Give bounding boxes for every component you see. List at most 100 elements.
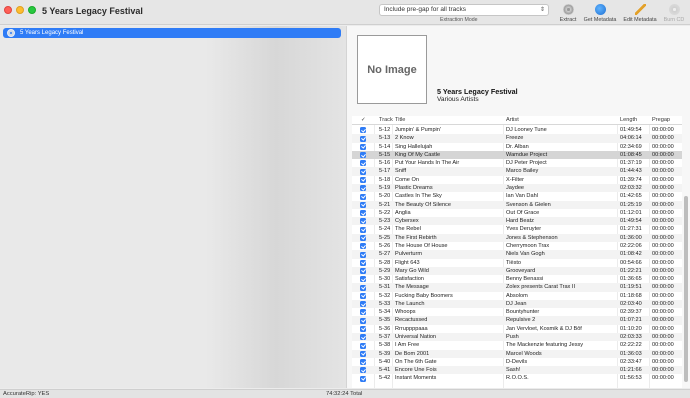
header-title[interactable]: Title xyxy=(395,117,405,123)
track-checkbox[interactable] xyxy=(360,193,366,200)
track-artist[interactable]: Jaydee xyxy=(506,184,618,192)
track-checkbox[interactable] xyxy=(360,259,366,266)
table-row[interactable]: 5-37 Universal Nation Push 02:03:33 00:00:00 xyxy=(352,333,682,342)
table-row[interactable]: 5-38 I Am Free The Mackenzie featuring Jes… xyxy=(352,341,682,349)
track-checkbox[interactable] xyxy=(360,243,366,250)
table-row[interactable]: 5-36 Rrruppppaaa Jan Vervloet, Kosmik & DJ… xyxy=(352,325,682,333)
track-artist[interactable]: Grooveyard xyxy=(506,267,618,275)
track-artist[interactable]: Hard Beatz xyxy=(506,217,618,225)
track-artist[interactable]: Push xyxy=(506,333,618,341)
track-artist[interactable]: Out Of Grace xyxy=(506,209,618,217)
track-checkbox[interactable] xyxy=(360,375,366,382)
track-title[interactable]: Sniff xyxy=(395,167,500,175)
track-checkbox[interactable] xyxy=(360,152,366,159)
track-checkbox[interactable] xyxy=(360,127,366,134)
track-title[interactable]: Put Your Hands In The Air xyxy=(395,159,500,167)
track-checkbox[interactable] xyxy=(360,284,366,291)
track-title[interactable]: Plastic Dreams xyxy=(395,184,500,192)
track-checkbox[interactable] xyxy=(360,135,366,142)
track-artist[interactable]: Sash! xyxy=(506,366,618,374)
track-title[interactable]: Anglia xyxy=(395,209,500,217)
track-checkbox[interactable] xyxy=(360,367,366,374)
edit-metadata-button[interactable]: Edit Metadata xyxy=(621,4,659,23)
track-checkbox[interactable] xyxy=(360,268,366,275)
table-row[interactable]: 5-13 2 Know Freeze 04:06:14 00:00:00 xyxy=(352,134,682,143)
track-checkbox[interactable] xyxy=(360,317,366,324)
table-row[interactable]: 5-41 Encore Une Fois Sash! 01:21:66 00:00:00 xyxy=(352,366,682,375)
track-artist[interactable]: Repulsive 2 xyxy=(506,316,618,324)
track-title[interactable]: The Beauty Of Silence xyxy=(395,201,500,209)
track-artist[interactable]: DJ Jean xyxy=(506,300,618,308)
track-checkbox[interactable] xyxy=(360,342,366,349)
track-title[interactable]: The First Rebirth xyxy=(395,234,500,242)
table-row[interactable]: 5-42 Instant Moments R.O.O.S. 01:56:53 00:00… xyxy=(352,374,682,382)
table-row[interactable]: 5-22 Anglia Out Of Grace 01:12:01 00:00:00 xyxy=(352,209,682,217)
track-artist[interactable]: DJ Peter Project xyxy=(506,159,618,167)
track-title[interactable]: Mary Go Wild xyxy=(395,267,500,275)
table-row[interactable]: 5-16 Put Your Hands In The Air DJ Peter Pr… xyxy=(352,159,682,167)
zoom-window-button[interactable] xyxy=(28,6,36,14)
track-title[interactable]: The Launch xyxy=(395,300,500,308)
track-checkbox[interactable] xyxy=(360,143,366,150)
table-row[interactable]: 5-12 Jumpin' & Pumpin' DJ Looney Tune 01:49… xyxy=(352,126,682,134)
track-title[interactable]: The House Of House xyxy=(395,242,500,250)
track-checkbox[interactable] xyxy=(360,276,366,283)
track-checkbox[interactable] xyxy=(360,218,366,225)
scrollbar-thumb[interactable] xyxy=(684,196,688,382)
track-artist[interactable]: Dr. Alban xyxy=(506,143,618,151)
track-title[interactable]: I Am Free xyxy=(395,341,500,349)
track-checkbox[interactable] xyxy=(360,201,366,208)
track-checkbox[interactable] xyxy=(360,292,366,299)
minimize-window-button[interactable] xyxy=(16,6,24,14)
album-title[interactable]: 5 Years Legacy Festival xyxy=(437,87,518,96)
track-artist[interactable]: Jan Vervloet, Kosmik & DJ Bôf xyxy=(506,325,618,333)
track-title[interactable]: Flight 643 xyxy=(395,259,500,267)
track-artist[interactable]: Bountyhunter xyxy=(506,308,618,316)
track-title[interactable]: Recactussed xyxy=(395,316,500,324)
track-artist[interactable]: D-Devils xyxy=(506,358,618,366)
track-title[interactable]: Encore Une Fois xyxy=(395,366,500,374)
track-artist[interactable]: Svenson & Gielen xyxy=(506,201,618,209)
track-artist[interactable]: Marcel Woods xyxy=(506,350,618,358)
close-window-button[interactable] xyxy=(4,6,12,14)
track-checkbox[interactable] xyxy=(360,251,366,258)
track-artist[interactable]: DJ Looney Tune xyxy=(506,126,618,134)
track-checkbox[interactable] xyxy=(360,359,366,366)
track-checkbox[interactable] xyxy=(360,210,366,217)
track-artist[interactable]: Freeze xyxy=(506,134,618,142)
table-row[interactable]: 5-34 Whoops Bountyhunter 02:39:37 00:00:00 xyxy=(352,308,682,316)
track-artist[interactable]: Yves Deruyter xyxy=(506,225,618,233)
track-title[interactable]: De Bom 2001 xyxy=(395,350,500,358)
table-row[interactable]: 5-25 The First Rebirth Jones & Stephenson 0… xyxy=(352,233,682,242)
track-checkbox[interactable] xyxy=(360,168,366,175)
track-artist[interactable]: Marco Bailey xyxy=(506,167,618,175)
track-title[interactable]: King Of My Castle xyxy=(395,151,500,159)
track-artist[interactable]: Benny Benassi xyxy=(506,275,618,283)
table-row[interactable]: 5-19 Plastic Dreams Jaydee 02:03:32 00:00:00 xyxy=(352,183,682,193)
track-title[interactable]: Instant Moments xyxy=(395,374,500,382)
track-title[interactable]: Whoops xyxy=(395,308,500,316)
track-checkbox[interactable] xyxy=(360,176,366,183)
extract-button[interactable]: Extract xyxy=(555,4,581,23)
track-artist[interactable]: Cherrymoon Trax xyxy=(506,242,618,250)
track-title[interactable]: Come On xyxy=(395,176,500,184)
track-artist[interactable]: X-Filter xyxy=(506,176,618,184)
track-checkbox[interactable] xyxy=(360,350,366,357)
track-artist[interactable]: Jones & Stephenson xyxy=(506,234,618,242)
table-row[interactable]: 5-30 Satisfaction Benny Benassi 01:36:65 00:… xyxy=(352,275,682,283)
track-title[interactable]: On The 6th Gate xyxy=(395,358,500,366)
track-checkbox[interactable] xyxy=(360,185,366,192)
table-row[interactable]: 5-24 The Rebel Yves Deruyter 01:27:31 00:00:… xyxy=(352,225,682,233)
track-artist[interactable]: R.O.O.S. xyxy=(506,374,618,382)
header-length[interactable]: Length xyxy=(620,117,637,123)
track-artist[interactable]: The Mackenzie featuring Jessy xyxy=(506,341,618,349)
table-scrollbar[interactable] xyxy=(683,126,689,386)
table-row[interactable]: 5-20 Castles In The Sky Ian Van Dahl 01:42:… xyxy=(352,192,682,200)
track-checkbox[interactable] xyxy=(360,309,366,316)
track-title[interactable]: Universal Nation xyxy=(395,333,500,341)
track-title[interactable]: The Message xyxy=(395,283,500,291)
table-row[interactable]: 5-29 Mary Go Wild Grooveyard 01:22:21 00:00:… xyxy=(352,266,682,276)
table-row[interactable]: 5-26 The House Of House Cherrymoon Trax 02:… xyxy=(352,242,682,250)
track-title[interactable]: Pulverturm xyxy=(395,250,500,258)
track-title[interactable]: Rrruppppaaa xyxy=(395,325,500,333)
